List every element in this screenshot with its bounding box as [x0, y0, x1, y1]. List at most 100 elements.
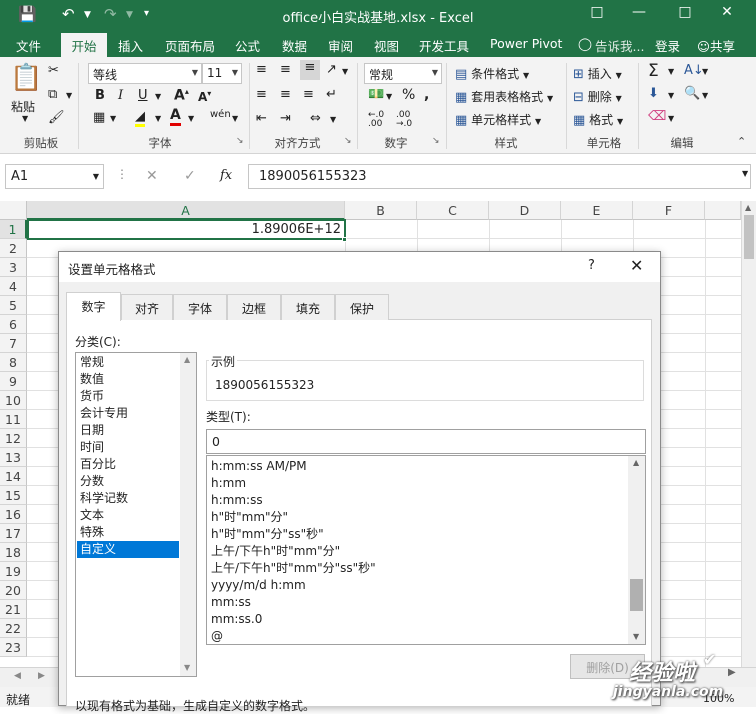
align-top-icon[interactable]: ≡	[256, 62, 267, 77]
dialog-tab-font[interactable]: 字体	[173, 294, 227, 320]
decrease-font-icon[interactable]: A▾	[198, 89, 211, 104]
scroll-thumb[interactable]	[744, 215, 754, 259]
decrease-decimal-icon[interactable]: .00 →.0	[396, 111, 412, 129]
share-button[interactable]: ☺共享	[697, 36, 735, 55]
number-launcher-icon[interactable]: ↘	[432, 136, 440, 146]
type-item[interactable]: yyyy/m/d h:mm	[211, 577, 306, 594]
copy-dropdown-icon[interactable]: ▼	[66, 91, 72, 100]
font-name-select[interactable]: 等线 ▼	[88, 63, 202, 84]
align-center-icon[interactable]: ≡	[280, 87, 291, 102]
align-bottom-icon[interactable]: ≡	[300, 60, 320, 80]
delete-cells-button[interactable]: ⊟ 删除 ▼	[573, 88, 622, 105]
tab-home[interactable]: 开始	[61, 33, 107, 57]
comma-icon[interactable]: ,	[424, 87, 429, 103]
row-header[interactable]: 3	[0, 258, 27, 277]
type-item[interactable]: 上午/下午h"时"mm"分"	[211, 543, 340, 560]
column-header-b[interactable]: B	[345, 201, 417, 220]
insert-function-icon[interactable]: fx	[220, 168, 232, 183]
vertical-scrollbar[interactable]: ▲	[741, 201, 756, 667]
format-painter-icon[interactable]: 🖌	[48, 110, 65, 125]
fill-dropdown-icon[interactable]: ▼	[155, 114, 161, 123]
row-header[interactable]: 13	[0, 448, 27, 467]
percent-icon[interactable]: %	[402, 87, 415, 103]
dialog-tab-fill[interactable]: 填充	[281, 294, 335, 320]
row-header[interactable]: 8	[0, 353, 27, 372]
close-icon[interactable]: ✕	[712, 4, 742, 20]
category-item[interactable]: 文本	[77, 507, 179, 524]
row-header[interactable]: 20	[0, 581, 27, 600]
type-item[interactable]: h:mm:ss AM/PM	[211, 458, 307, 475]
row-header[interactable]: 9	[0, 372, 27, 391]
insert-cells-button[interactable]: ⊞ 插入 ▼	[573, 65, 622, 82]
category-item[interactable]: 特殊	[77, 524, 179, 541]
column-header-f[interactable]: F	[633, 201, 705, 220]
row-header[interactable]: 19	[0, 562, 27, 581]
font-launcher-icon[interactable]: ↘	[236, 136, 244, 146]
scroll-up-icon[interactable]: ▲	[633, 458, 639, 467]
scroll-up-icon[interactable]: ▲	[745, 203, 751, 212]
category-item[interactable]: 百分比	[77, 456, 179, 473]
tell-me-box[interactable]: 告诉我...	[595, 36, 644, 55]
type-item[interactable]: h"时"mm"分"ss"秒"	[211, 526, 324, 543]
category-item[interactable]: 会计专用	[77, 405, 179, 422]
row-header[interactable]: 1	[0, 220, 27, 239]
tab-insert[interactable]: 插入	[118, 36, 143, 55]
dialog-close-icon[interactable]: ✕	[630, 256, 643, 275]
conditional-format-button[interactable]: ▤ 条件格式 ▼	[455, 65, 529, 82]
align-middle-icon[interactable]: ≡	[280, 62, 291, 77]
paste-button[interactable]: 粘贴	[11, 98, 35, 115]
row-header[interactable]: 5	[0, 296, 27, 315]
row-header[interactable]: 11	[0, 410, 27, 429]
autosum-icon[interactable]: Σ	[648, 61, 659, 81]
type-item[interactable]: @	[211, 628, 223, 645]
format-cells-button[interactable]: ▦ 格式 ▼	[573, 111, 623, 128]
expand-formula-icon[interactable]: ▼	[742, 169, 748, 178]
italic-icon[interactable]: I	[118, 88, 123, 103]
row-header[interactable]: 17	[0, 524, 27, 543]
phonetic-icon[interactable]: wén	[210, 109, 231, 120]
underline-icon[interactable]: U	[138, 88, 148, 103]
accounting-dropdown-icon[interactable]: ▼	[386, 92, 392, 101]
tab-developer[interactable]: 开发工具	[419, 36, 469, 55]
type-scrollbar[interactable]: ▲ ▼	[628, 456, 645, 644]
scroll-down-icon[interactable]: ▼	[184, 663, 190, 672]
tab-review[interactable]: 审阅	[328, 36, 353, 55]
category-item[interactable]: 日期	[77, 422, 179, 439]
dialog-tab-protection[interactable]: 保护	[335, 294, 389, 320]
category-item[interactable]: 货币	[77, 388, 179, 405]
wrap-text-icon[interactable]: ↵	[326, 87, 337, 102]
increase-indent-icon[interactable]: ⇥	[280, 111, 291, 126]
column-header-c[interactable]: C	[417, 201, 489, 220]
type-item[interactable]: h:mm	[211, 475, 246, 492]
select-all-corner[interactable]	[0, 201, 27, 220]
paste-dropdown-icon[interactable]: ▼	[22, 114, 28, 123]
border-icon[interactable]: ▦	[93, 110, 105, 125]
tab-power-pivot[interactable]: Power Pivot	[490, 36, 562, 51]
increase-font-icon[interactable]: A▴	[174, 87, 189, 104]
row-header[interactable]: 12	[0, 429, 27, 448]
enter-icon[interactable]: ✓	[184, 168, 196, 184]
merge-dropdown-icon[interactable]: ▼	[330, 115, 336, 124]
find-select-icon[interactable]: 🔍	[684, 86, 700, 101]
help-button[interactable]: ?	[588, 258, 595, 273]
cell-styles-button[interactable]: ▦ 单元格样式 ▼	[455, 111, 541, 128]
font-color-icon[interactable]: A	[170, 108, 181, 126]
type-list[interactable]: h:mm:ss AM/PM h:mm h:mm:ss h"时"mm"分" h"时"mm"…	[206, 455, 646, 645]
sort-dropdown-icon[interactable]: ▼	[702, 67, 708, 76]
clear-icon[interactable]: ⌫	[648, 109, 666, 124]
tab-view[interactable]: 视图	[374, 36, 399, 55]
row-header[interactable]: 15	[0, 486, 27, 505]
formula-input[interactable]: 1890056155323	[248, 164, 751, 189]
category-item[interactable]: 分数	[77, 473, 179, 490]
scroll-down-icon[interactable]: ▼	[633, 632, 639, 641]
scroll-up-icon[interactable]: ▲	[184, 355, 190, 364]
fill-handle[interactable]	[342, 237, 347, 242]
find-dropdown-icon[interactable]: ▼	[702, 91, 708, 100]
prev-sheet-icon[interactable]: ◀	[14, 671, 21, 681]
column-header-e[interactable]: E	[561, 201, 633, 220]
row-header[interactable]: 18	[0, 543, 27, 562]
row-header[interactable]: 7	[0, 334, 27, 353]
format-as-table-button[interactable]: ▦ 套用表格格式 ▼	[455, 88, 553, 105]
category-item[interactable]: 自定义	[77, 541, 179, 558]
column-header-g[interactable]	[705, 201, 741, 220]
